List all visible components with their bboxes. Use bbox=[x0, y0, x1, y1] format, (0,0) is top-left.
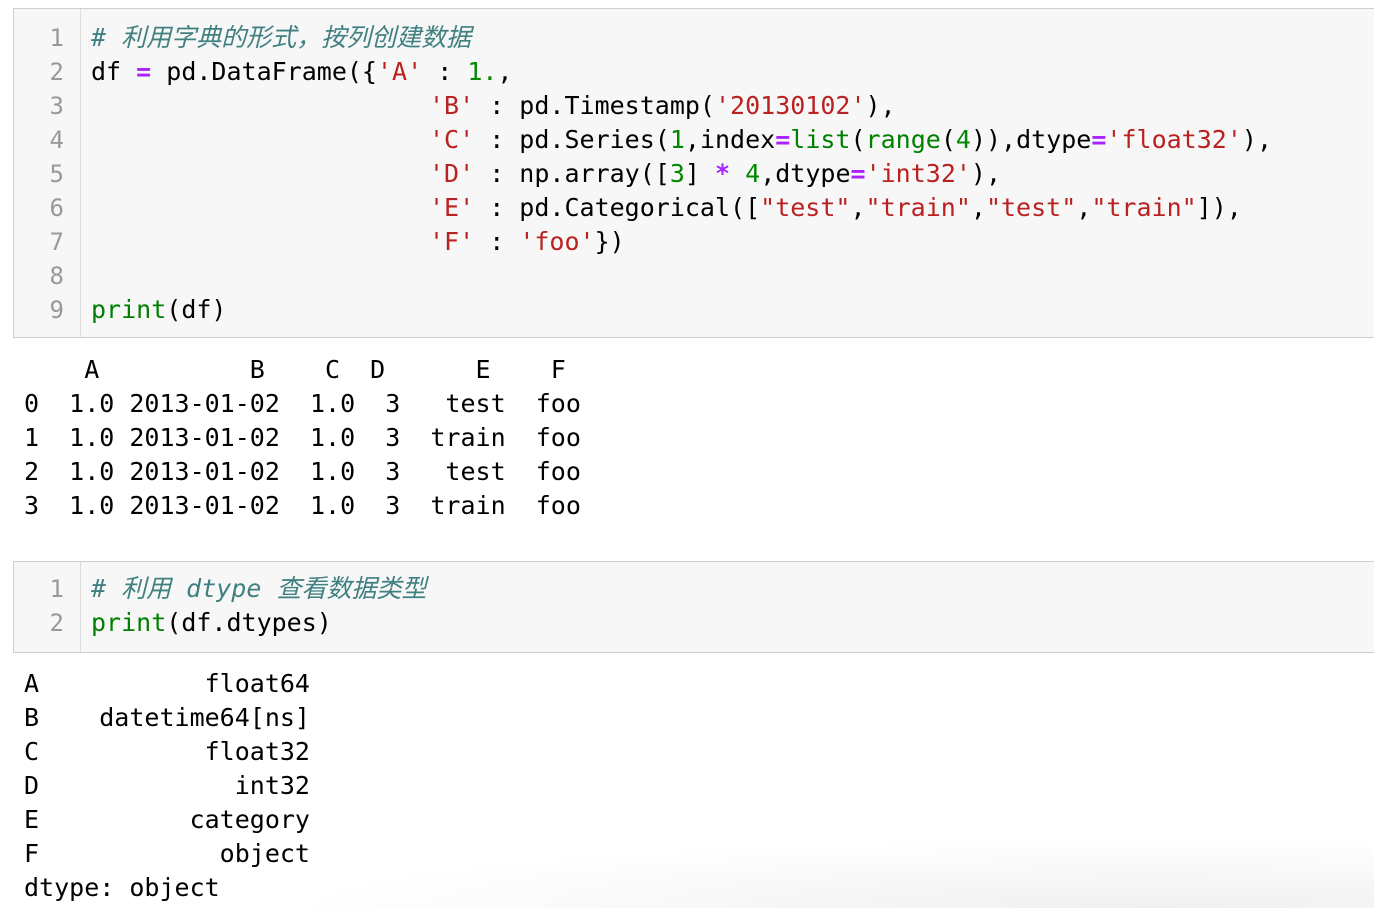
code-token: ,index bbox=[684, 125, 776, 154]
code-cell-1[interactable]: 1 2 3 4 5 6 7 8 9 # 利用字典的形式，按列创建数据 df = … bbox=[13, 8, 1374, 338]
code-string: '20130102' bbox=[714, 91, 866, 120]
code-operator: = bbox=[850, 159, 866, 188]
code-number: 1 bbox=[669, 125, 685, 154]
code-token: df bbox=[91, 57, 137, 86]
line-number: 1 bbox=[49, 24, 64, 52]
output-line: A float64 bbox=[24, 669, 310, 698]
code-token: ( bbox=[940, 125, 956, 154]
code-cell-2[interactable]: 1 2 # 利用 dtype 查看数据类型 print(df.dtypes) bbox=[13, 561, 1374, 653]
line-number: 2 bbox=[49, 609, 64, 637]
code-token: ), bbox=[865, 91, 896, 120]
code-token: pd.DataFrame({ bbox=[151, 57, 377, 86]
output-line: 2 1.0 2013-01-02 1.0 3 test foo bbox=[24, 457, 581, 486]
code-token: }) bbox=[594, 227, 625, 256]
code-string: "train" bbox=[1091, 193, 1197, 222]
code-number: 1. bbox=[467, 57, 498, 86]
code-string: 'foo' bbox=[519, 227, 595, 256]
code-token: ), bbox=[1241, 125, 1272, 154]
line-number: 3 bbox=[49, 92, 64, 120]
code-string: 'int32' bbox=[865, 159, 971, 188]
line-number: 6 bbox=[49, 194, 64, 222]
code-token: ), bbox=[970, 159, 1002, 188]
code-operator: = bbox=[1091, 125, 1107, 154]
line-number: 1 bbox=[49, 575, 64, 603]
code-line-2[interactable]: print(df.dtypes) bbox=[91, 606, 332, 640]
code-token: )),dtype bbox=[970, 125, 1092, 154]
code-builtin: list bbox=[790, 125, 851, 154]
code-comment: # 利用字典的形式，按列创建数据 bbox=[91, 23, 472, 52]
line-number: 9 bbox=[49, 296, 64, 324]
code-string: "train" bbox=[865, 193, 971, 222]
code-token: , bbox=[1076, 193, 1092, 222]
code-line-1[interactable]: # 利用字典的形式，按列创建数据 bbox=[91, 21, 471, 55]
output-line: C float32 bbox=[24, 737, 310, 766]
output-line: 1 1.0 2013-01-02 1.0 3 train foo bbox=[24, 423, 581, 452]
output-line: F object bbox=[24, 839, 310, 868]
line-number: 8 bbox=[49, 262, 64, 290]
code-token: ] bbox=[684, 159, 715, 188]
code-token: ( bbox=[850, 125, 866, 154]
code-number: 4 bbox=[955, 125, 971, 154]
output-line: A B C D E F bbox=[24, 355, 566, 384]
code-token: : np.array([ bbox=[474, 159, 670, 188]
code-token: : pd.Series( bbox=[474, 125, 670, 154]
code-line-7[interactable]: 'F' : 'foo'}) bbox=[429, 225, 625, 259]
code-token: : bbox=[474, 227, 520, 256]
code-token: ]), bbox=[1196, 193, 1242, 222]
code-token: , bbox=[497, 57, 513, 86]
scroll-shadow bbox=[274, 838, 1374, 908]
output-line: dtype: object bbox=[24, 873, 220, 902]
code-string: 'B' bbox=[429, 91, 475, 120]
code-token: : pd.Categorical([ bbox=[474, 193, 761, 222]
output-line: 3 1.0 2013-01-02 1.0 3 train foo bbox=[24, 491, 581, 520]
line-number: 2 bbox=[49, 58, 64, 86]
line-number: 7 bbox=[49, 228, 64, 256]
code-line-6[interactable]: 'E' : pd.Categorical(["test","train","te… bbox=[429, 191, 1242, 225]
code-line-2[interactable]: df = pd.DataFrame({'A' : 1., bbox=[91, 55, 512, 89]
line-number: 4 bbox=[49, 126, 64, 154]
code-string: "test" bbox=[760, 193, 851, 222]
code-token: (df.dtypes) bbox=[166, 608, 332, 637]
code-token: ,dtype bbox=[760, 159, 851, 188]
code-line-1[interactable]: # 利用 dtype 查看数据类型 bbox=[91, 572, 426, 606]
code-string: "test" bbox=[985, 193, 1077, 222]
code-operator: * bbox=[715, 159, 731, 188]
code-builtin: range bbox=[865, 125, 941, 154]
code-builtin: print bbox=[91, 608, 167, 637]
output-line: B datetime64[ns] bbox=[24, 703, 310, 732]
output-line: D int32 bbox=[24, 771, 310, 800]
code-builtin: print bbox=[91, 295, 167, 324]
code-string: 'C' bbox=[429, 125, 475, 154]
code-string: 'float32' bbox=[1106, 125, 1242, 154]
code-token: , bbox=[850, 193, 866, 222]
code-string: 'E' bbox=[429, 193, 475, 222]
code-number: 3 bbox=[669, 159, 685, 188]
code-operator: = bbox=[775, 125, 791, 154]
line-number-gutter: 1 2 3 4 5 6 7 8 9 bbox=[14, 9, 81, 337]
code-token: (df) bbox=[166, 295, 227, 324]
line-number: 5 bbox=[49, 160, 64, 188]
code-operator: = bbox=[136, 57, 152, 86]
code-token: : pd.Timestamp( bbox=[474, 91, 715, 120]
code-string: 'A' bbox=[377, 57, 423, 86]
code-comment: # 利用 dtype 查看数据类型 bbox=[91, 574, 427, 603]
code-string: 'D' bbox=[429, 159, 475, 188]
output-line: E category bbox=[24, 805, 310, 834]
code-number: 4 bbox=[745, 159, 761, 188]
line-number-gutter: 1 2 bbox=[14, 562, 81, 652]
code-line-3[interactable]: 'B' : pd.Timestamp('20130102'), bbox=[429, 89, 896, 123]
code-token: : bbox=[422, 57, 468, 86]
code-token: , bbox=[970, 193, 986, 222]
code-line-9[interactable]: print(df) bbox=[91, 293, 226, 327]
code-string: 'F' bbox=[429, 227, 475, 256]
output-line: 0 1.0 2013-01-02 1.0 3 test foo bbox=[24, 389, 581, 418]
code-line-5[interactable]: 'D' : np.array([3] * 4,dtype='int32'), bbox=[429, 157, 1001, 191]
code-line-4[interactable]: 'C' : pd.Series(1,index=list(range(4)),d… bbox=[429, 123, 1272, 157]
